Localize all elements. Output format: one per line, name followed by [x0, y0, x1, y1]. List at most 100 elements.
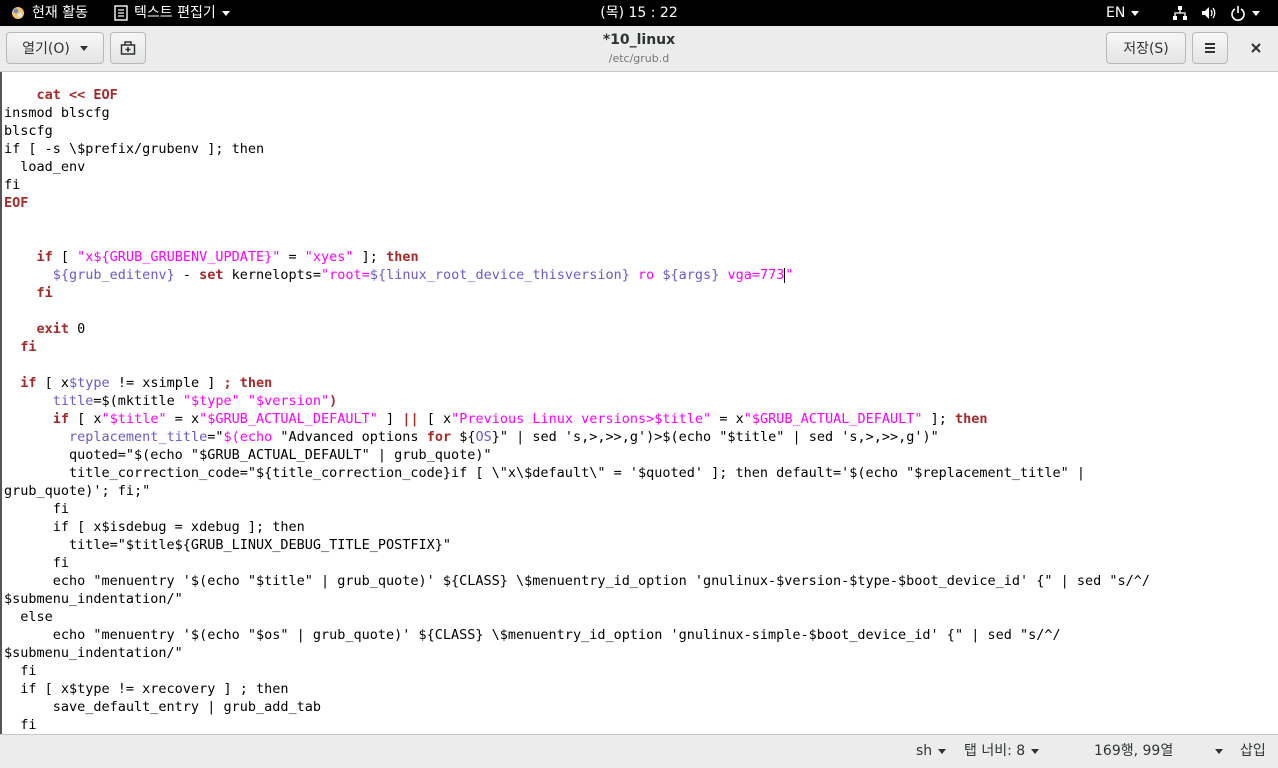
clock[interactable]: (목) 15 : 22 [600, 0, 678, 26]
code-token: = x [711, 411, 744, 427]
code-token: fi [4, 717, 37, 733]
code-token: $submenu_indentation/" [4, 645, 183, 661]
app-menu[interactable]: 텍스트 편집기 [114, 0, 230, 26]
code-token: "$GRUB_ACTUAL_DEFAULT" [743, 411, 923, 427]
network-icon [1173, 6, 1187, 20]
save-button-label: 저장(S) [1123, 41, 1169, 57]
code-token: grub_quote)'; fi;" [4, 483, 151, 499]
code-token: echo "menuentry '$(echo "$os" | grub_quo… [4, 627, 1061, 643]
code-token: ) [329, 393, 338, 409]
code-token: || [402, 411, 419, 427]
power-icon [1231, 6, 1245, 21]
tab-width-label: 탭 너비: 8 [964, 743, 1026, 759]
code-token: EOF [4, 195, 29, 211]
chevron-down-icon [1131, 10, 1140, 16]
code-line: fi [4, 500, 1150, 518]
code-token: fi [4, 501, 70, 517]
activities-button[interactable]: 현재 활동 [10, 0, 88, 26]
code-token: "$version" [247, 393, 330, 409]
code-token: ${args} [662, 267, 720, 283]
code-line: quoted="$(echo "$GRUB_ACTUAL_DEFAULT" | … [4, 446, 1150, 464]
language-selector[interactable]: sh [916, 735, 947, 768]
code-line: if [ x"$title" = x"$GRUB_ACTUAL_DEFAULT"… [4, 410, 1150, 428]
code-line: blscfg [4, 122, 1150, 140]
code-token: cat << EOF [36, 87, 118, 103]
code-token: "x${GRUB_GRUBENV_UPDATE}" [77, 249, 281, 265]
code-line: fi [4, 716, 1150, 734]
code-line: load_env [4, 158, 1150, 176]
app-name-label: 텍스트 편집기 [134, 5, 216, 21]
code-line: fi [4, 176, 1150, 194]
language-label: EN [1106, 5, 1126, 21]
chevron-down-icon [1215, 749, 1224, 754]
insert-mode-label: 삽입 [1240, 743, 1266, 759]
code-line: if [ "x${GRUB_GRUBENV_UPDATE}" = "xyes" … [4, 248, 1150, 266]
code-token: save_default_entry | grub_add_tab [4, 699, 321, 715]
code-token: if [20, 375, 37, 391]
code-token: $submenu_indentation/" [4, 591, 183, 607]
close-button[interactable] [1240, 32, 1272, 64]
code-token: $(echo [223, 429, 281, 445]
code-token: for [426, 429, 452, 445]
code-token: blscfg [4, 123, 53, 139]
code-token: ${linux_root_device_thisversion} [369, 267, 630, 283]
code-token: [ x [69, 411, 102, 427]
code-token: - [174, 267, 200, 283]
chevron-down-icon [1252, 10, 1260, 16]
code-token: exit [36, 321, 70, 337]
code-line: title_correction_code="${title_correctio… [4, 464, 1150, 482]
code-token: "xyes" [304, 249, 354, 265]
code-token: fi [4, 177, 21, 193]
code-token: OS [475, 429, 492, 445]
code-line: ${grub_editenv} - set kernelopts="root=$… [4, 266, 1150, 284]
code-token: != xsimple ] [109, 375, 224, 391]
cursor-position[interactable]: 169행, 99열 [1094, 735, 1224, 768]
code-line: fi [4, 338, 1150, 356]
code-content: cat << EOF insmod blscfg blscfg if [ -s \$p… [4, 86, 1150, 734]
system-status-menu[interactable] [1172, 0, 1260, 26]
status-bar: sh 탭 너비: 8 169행, 99열 삽입 [0, 734, 1278, 768]
code-line: save_default_entry | grub_add_tab [4, 698, 1150, 716]
code-line: title="$title${GRUB_LINUX_DEBUG_TITLE_PO… [4, 536, 1150, 554]
code-line: $submenu_indentation/" [4, 644, 1150, 662]
tab-width-selector[interactable]: 탭 너비: 8 [964, 735, 1040, 768]
code-line: fi [4, 554, 1150, 572]
input-language-menu[interactable]: EN [1106, 0, 1140, 26]
code-token: fi [4, 555, 70, 571]
code-token: }" | sed 's,>,>>,g')>$(echo "$title" | s… [491, 429, 939, 445]
chevron-down-icon [1031, 749, 1040, 754]
code-token: fi [20, 339, 37, 355]
code-token: =$(mktitle [93, 393, 183, 409]
code-token: "Advanced options [280, 429, 427, 445]
chevron-down-icon [221, 10, 230, 16]
code-line: EOF [4, 194, 1150, 212]
code-token: $type [69, 375, 110, 391]
code-token: if [52, 411, 70, 427]
code-line: replacement_title="$(echo "Advanced opti… [4, 428, 1150, 446]
code-line: exit 0 [4, 320, 1150, 338]
code-token: "$title" [101, 411, 167, 427]
code-token: "$GRUB_ACTUAL_DEFAULT" [199, 411, 378, 427]
cursor-position-label: 169행, 99열 [1094, 743, 1174, 759]
code-token: ]; [922, 411, 956, 427]
code-line: if [ x$isdebug = xdebug ]; then [4, 518, 1150, 536]
document-path: /etc/grub.d [608, 52, 670, 65]
code-line: if [ x$type != xrecovery ] ; then [4, 680, 1150, 698]
code-token: 0 [69, 321, 86, 337]
code-token: then [955, 411, 988, 427]
code-line: echo "menuentry '$(echo "$os" | grub_quo… [4, 626, 1150, 644]
code-token: =" [207, 429, 224, 445]
code-token: "Previous Linux versions>$title" [451, 411, 712, 427]
save-button[interactable]: 저장(S) [1106, 32, 1186, 64]
text-editor-area[interactable]: cat << EOF insmod blscfg blscfg if [ -s \$p… [0, 72, 1278, 734]
menu-button[interactable] [1192, 32, 1228, 64]
code-token: if [ x$isdebug = xdebug ]; then [4, 519, 305, 535]
code-token: [ x [36, 375, 70, 391]
code-token: load_env [4, 159, 86, 175]
insert-mode-indicator: 삽입 [1240, 735, 1266, 768]
code-token: set [199, 267, 224, 283]
code-token: kernelopts= [223, 267, 322, 283]
